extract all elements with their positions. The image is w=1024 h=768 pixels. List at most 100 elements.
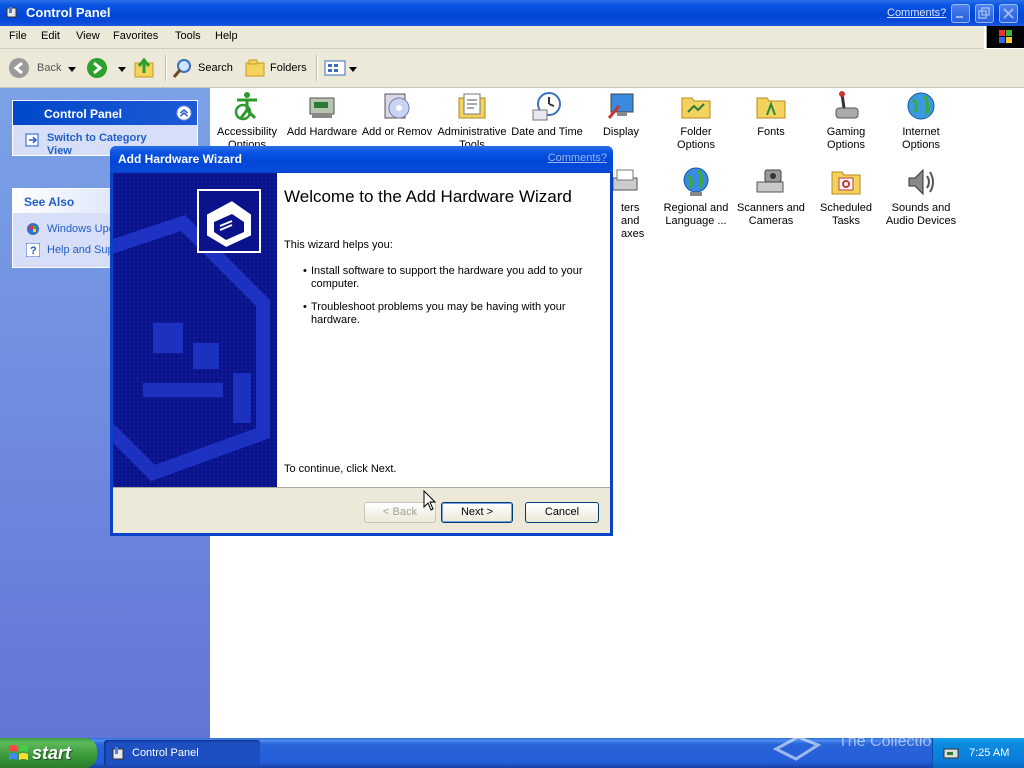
wizard-intro: This wizard helps you: [284,239,393,251]
item-label: Add Hardware [286,126,358,138]
control-panel-icon [6,7,17,18]
restore-button[interactable] [975,4,994,23]
gaming-options-icon [835,91,859,119]
administrative-tools-item[interactable]: Administrative Tools [436,90,508,146]
see-also-title: See Also [24,195,75,209]
window-title: Control Panel [26,5,111,20]
add-remove-programs-item[interactable]: Add or Remov [361,90,433,146]
item-label: Folder Options [677,126,715,151]
chevron-down-icon[interactable] [118,67,126,73]
scheduled-tasks-icon [831,171,861,195]
menu-help[interactable]: Help [215,30,238,42]
back-button[interactable]: Back [8,57,78,81]
views-button[interactable] [324,59,358,79]
comments-link[interactable]: Comments? [887,7,946,19]
window-title-bar[interactable]: Control Panel Comments? [0,0,1024,26]
scanners-cameras-item[interactable]: Scanners and Cameras [735,166,807,228]
windows-update-link[interactable]: Windows Upd [47,223,115,235]
control-panel-section-header[interactable]: Control Panel [13,101,197,125]
hardware-graphic [113,173,277,487]
cancel-button[interactable]: Cancel [525,502,599,523]
regional-language-icon [683,167,709,196]
menu-edit[interactable]: Edit [41,30,60,42]
gaming-options-item[interactable]: Gaming Options [810,90,882,152]
windows-flag-icon [9,745,28,760]
up-folder-icon[interactable] [133,57,155,79]
folders-label: Folders [270,62,307,74]
windows-flag-icon [987,26,1024,48]
toolbar-separator [316,55,318,81]
clock[interactable]: 7:25 AM [969,747,1009,759]
item-label: Administrative Tools [437,126,507,146]
folder-options-item[interactable]: Folder Options [660,90,732,152]
item-label: Date and Time [511,126,583,138]
administrative-tools-icon [458,93,486,119]
next-button[interactable]: Next > [441,502,513,523]
views-icon [324,60,346,76]
add-hardware-wizard-dialog: Add Hardware Wizard Comments? Welcome to… [110,146,613,536]
sounds-audio-item[interactable]: Sounds and Audio Devices [885,166,957,228]
folders-icon [245,59,265,77]
add-hardware-item[interactable]: Add Hardware [286,90,358,139]
taskbar-item-control-panel[interactable]: Control Panel [104,740,260,766]
wizard-bullet-1: Install software to support the hardware… [311,265,583,290]
menu-favorites[interactable]: Favorites [113,30,158,42]
toolbar: Back Search Folders [0,49,1024,88]
windows-logo [986,26,1024,48]
item-label: Sounds and Audio Devices [885,202,957,227]
search-icon [172,59,191,78]
switch-view-icon [25,133,39,147]
help-and-support-link[interactable]: Help and Sup [47,244,114,256]
fonts-item[interactable]: Fonts [735,90,807,139]
sounds-audio-icon [908,168,934,196]
control-panel-section-title: Control Panel [44,107,123,121]
control-panel-icon [112,747,124,760]
folders-button[interactable]: Folders [244,57,310,81]
collapse-chevron-icon[interactable] [176,105,192,121]
chevron-down-icon[interactable] [68,67,76,73]
wizard-comments-link[interactable]: Comments? [548,152,607,164]
start-label: start [32,743,72,763]
restore-icon [978,7,990,19]
item-label: Scanners and Cameras [737,202,805,227]
date-time-icon [532,92,561,121]
item-label: Gaming Options [826,126,866,151]
system-tray: 7:25 AM [932,738,1024,768]
wizard-heading: Welcome to the Add Hardware Wizard [284,187,572,206]
fonts-icon [756,97,786,119]
menu-file[interactable]: File [9,30,27,42]
search-label: Search [198,62,233,74]
wizard-body: Welcome to the Add Hardware Wizard This … [113,173,610,533]
chevron-down-icon [349,67,357,72]
item-label: Internet Options [902,126,940,151]
hardware-tray-icon[interactable] [943,745,959,761]
accessibility-options-item[interactable]: Accessibility Options [211,90,283,152]
wizard-title-bar[interactable]: Add Hardware Wizard Comments? [110,146,613,172]
windows-update-icon [27,223,39,235]
search-button[interactable]: Search [172,57,236,81]
item-label: Fonts [757,126,785,138]
internet-options-item[interactable]: Internet Options [885,90,957,152]
item-label: Scheduled Tasks [820,202,872,227]
start-button[interactable]: start [0,738,97,768]
item-label: ters and axes [621,202,645,240]
close-button[interactable] [999,4,1018,23]
forward-button[interactable] [86,57,128,81]
scanners-cameras-icon [756,169,784,193]
item-label: Add or Remov [361,126,433,138]
regional-language-item[interactable]: Regional and Language ... [660,166,732,228]
wizard-bullet-2: Troubleshoot problems you may be having … [311,301,566,326]
wizard-sidebar [113,173,277,487]
scheduled-tasks-item[interactable]: Scheduled Tasks [810,166,882,228]
item-label: Regional and Language ... [663,202,729,227]
minimize-icon [956,16,963,18]
menu-tools[interactable]: Tools [175,30,201,42]
add-hardware-icon [309,97,335,118]
wizard-footer: < Back Next > Cancel [113,487,610,533]
minimize-button[interactable] [951,4,970,23]
display-item[interactable]: Display [585,90,657,139]
menu-bar: File Edit View Favorites Tools Help [0,26,984,49]
date-and-time-item[interactable]: Date and Time [511,90,583,139]
wizard-continue-text: To continue, click Next. [284,463,397,475]
menu-view[interactable]: View [76,30,100,42]
